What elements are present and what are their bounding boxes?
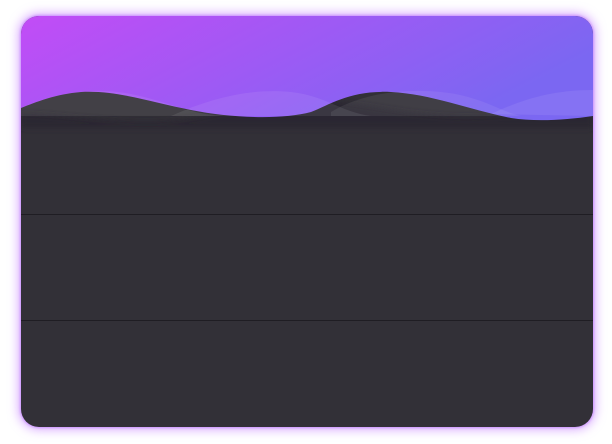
list-row-3[interactable] xyxy=(21,322,593,427)
card-header-wave xyxy=(21,16,593,136)
list-row-2[interactable] xyxy=(21,216,593,321)
wave-graphic xyxy=(21,16,593,128)
card-panel xyxy=(21,16,593,427)
list-row-1[interactable] xyxy=(21,136,593,215)
